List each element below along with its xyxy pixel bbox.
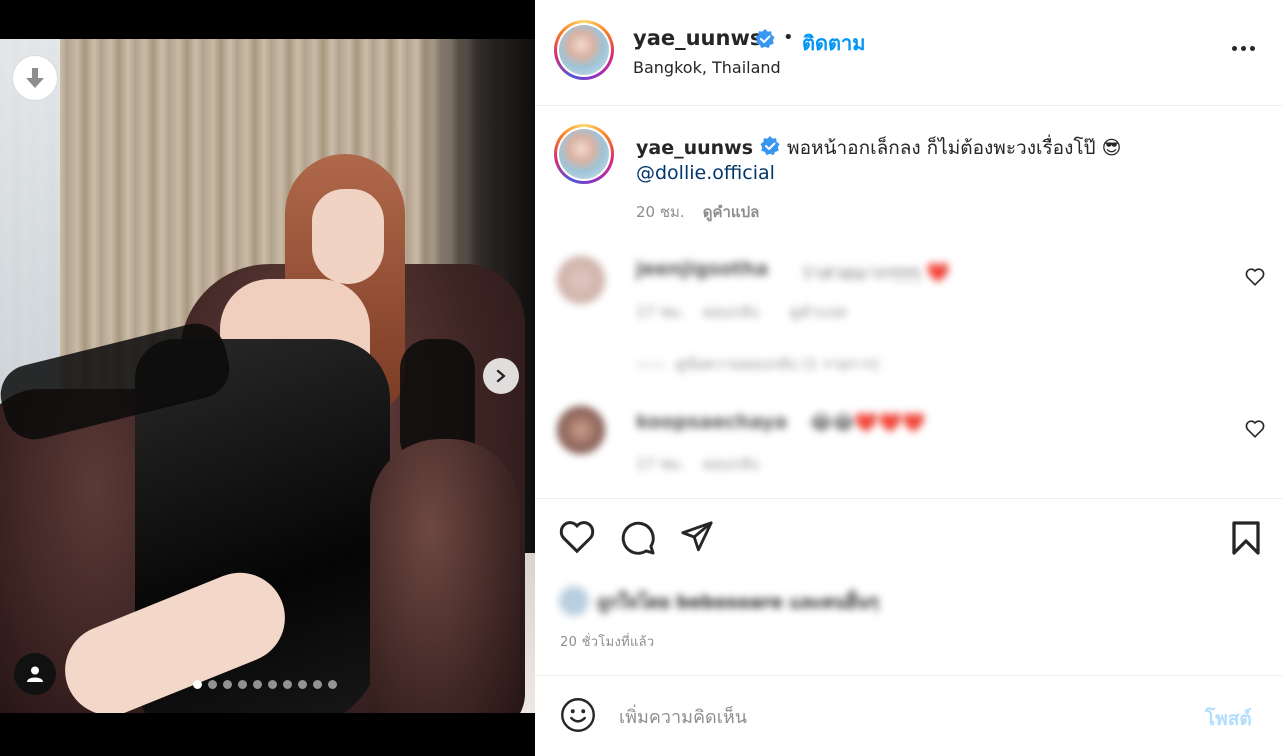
translate-button[interactable]: ดูคำแปล bbox=[703, 203, 760, 221]
carousel-dot bbox=[193, 680, 202, 689]
post-comment-button[interactable]: โพสต์ bbox=[1205, 704, 1252, 734]
verified-badge-icon bbox=[755, 29, 775, 49]
comment-avatar[interactable] bbox=[557, 256, 605, 304]
chevron-right-icon bbox=[496, 369, 506, 383]
carousel-dot bbox=[313, 680, 322, 689]
carousel-dot bbox=[253, 680, 262, 689]
next-slide-button[interactable] bbox=[483, 358, 519, 394]
comment-input[interactable] bbox=[619, 699, 1179, 735]
comment-like-heart-icon[interactable] bbox=[1245, 420, 1265, 438]
carousel-dot bbox=[238, 680, 247, 689]
comment-reply-button[interactable]: ตอบกลับ bbox=[703, 452, 759, 476]
emoji-icon[interactable] bbox=[560, 697, 596, 733]
comment-username[interactable]: jeenjigsotha bbox=[636, 258, 768, 280]
save-bookmark-icon[interactable] bbox=[1229, 520, 1263, 556]
post-details-panel: yae_uunws • ติดตาม Bangkok, Thailand yae… bbox=[535, 0, 1283, 756]
follow-button[interactable]: ติดตาม bbox=[802, 27, 865, 59]
carousel-dot bbox=[223, 680, 232, 689]
share-icon[interactable] bbox=[680, 520, 714, 554]
comment-reply-button[interactable]: ตอบกลับ bbox=[703, 300, 759, 324]
verified-badge-icon bbox=[760, 136, 780, 156]
more-options-button[interactable] bbox=[1225, 36, 1261, 60]
post-header: yae_uunws • ติดตาม Bangkok, Thailand bbox=[535, 0, 1283, 106]
carousel-dot bbox=[298, 680, 307, 689]
tagged-users-button[interactable] bbox=[14, 653, 56, 695]
likes-summary[interactable]: ถูกใจโดย bebosoare และคนอื่นๆ bbox=[559, 586, 879, 616]
carousel-dot bbox=[268, 680, 277, 689]
comment-text: ว่าสวยมากๆๆๆ ❤️ bbox=[800, 262, 950, 284]
more-dot-icon bbox=[1231, 45, 1237, 51]
caption-time: 20 ชม. bbox=[636, 203, 685, 221]
avatar-image bbox=[559, 25, 609, 75]
post-photo[interactable] bbox=[0, 39, 535, 713]
comments-list: jeenjigsotha ว่าสวยมากๆๆๆ ❤️ 17 ชม. ตอบก… bbox=[535, 236, 1283, 499]
carousel-dot bbox=[208, 680, 217, 689]
media-viewer bbox=[0, 0, 535, 756]
instagram-post-modal: yae_uunws • ติดตาม Bangkok, Thailand yae… bbox=[0, 0, 1283, 756]
post-timestamp: 20 ชั่วโมงที่แล้ว bbox=[560, 635, 655, 650]
carousel-indicator bbox=[193, 680, 337, 689]
comment-translate-button[interactable]: ดูคำแปล bbox=[790, 300, 847, 324]
caption-username[interactable]: yae_uunws bbox=[636, 137, 753, 159]
arrow-down-icon bbox=[26, 68, 44, 88]
comment-composer: โพสต์ bbox=[535, 677, 1283, 756]
likes-text: ถูกใจโดย bebosoare และคนอื่นๆ bbox=[597, 591, 879, 613]
mention-link[interactable]: @dollie.official bbox=[636, 162, 775, 184]
comment-icon[interactable] bbox=[620, 520, 656, 556]
comment-text: 😂😂❤️❤️❤️ bbox=[810, 412, 926, 434]
comment-like-heart-icon[interactable] bbox=[1245, 268, 1265, 286]
avatar[interactable] bbox=[554, 20, 614, 80]
carousel-dot bbox=[328, 680, 337, 689]
liker-avatar bbox=[559, 586, 589, 616]
caption-text: พอหน้าอกเล็กลง ก็ไม่ต้องพะวงเรื่องโป๊ 😎 bbox=[787, 137, 1122, 159]
comment-avatar[interactable] bbox=[557, 406, 605, 454]
post-caption: yae_uunws พอหน้าอกเล็กลง ก็ไม่ต้องพะวงเรื… bbox=[535, 106, 1283, 236]
carousel-dot bbox=[283, 680, 292, 689]
separator-dot: • bbox=[783, 27, 794, 48]
comment-time: 17 ชม. bbox=[636, 455, 685, 473]
view-replies-button[interactable]: —— ดูข้อความตอบกลับ (1 รายการ) bbox=[636, 352, 879, 376]
like-heart-icon[interactable] bbox=[559, 520, 595, 554]
comment-username[interactable]: koopsaechaya bbox=[636, 411, 787, 433]
comment-time: 17 ชม. bbox=[636, 303, 685, 321]
location-link[interactable]: Bangkok, Thailand bbox=[633, 58, 781, 77]
header-username[interactable]: yae_uunws bbox=[633, 26, 762, 50]
user-icon bbox=[27, 666, 43, 682]
download-button[interactable] bbox=[12, 55, 58, 101]
caption-avatar[interactable] bbox=[554, 124, 614, 184]
